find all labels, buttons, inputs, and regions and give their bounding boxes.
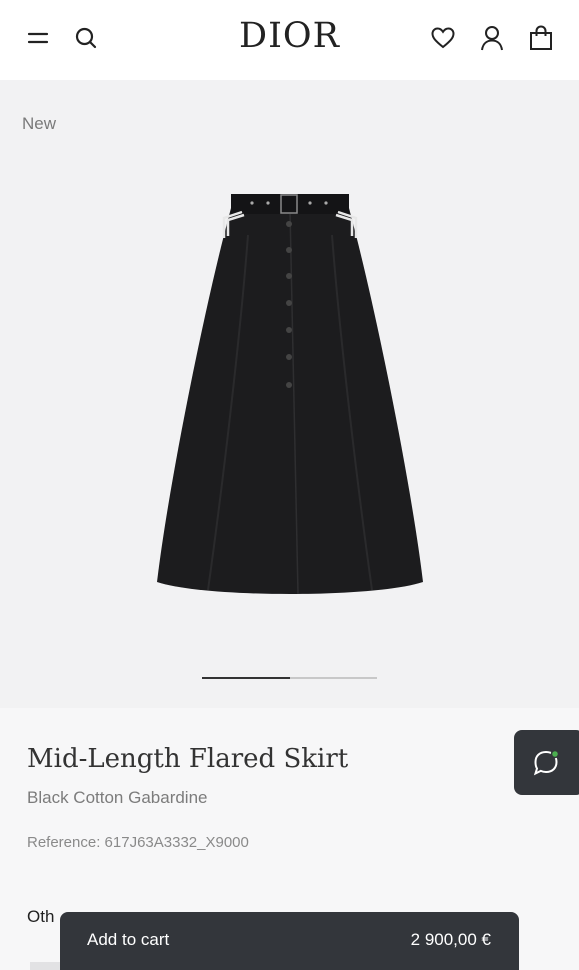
shopping-bag-icon [530,25,552,50]
product-image[interactable] [150,190,430,600]
other-colors-label: Oth [27,907,55,926]
new-badge: New [22,114,57,133]
product-reference: Reference: 617J63A3332_X9000 [27,834,249,851]
chat-button[interactable] [514,730,579,795]
online-status-dot [550,749,560,758]
user-icon [481,26,503,51]
gallery-progress [202,677,377,679]
account-button[interactable] [474,18,510,58]
heart-icon [431,27,455,49]
product-title: Mid-Length Flared Skirt [27,744,349,774]
wishlist-button[interactable] [425,18,461,58]
add-to-cart-label: Add to cart [87,930,170,949]
product-subtitle: Black Cotton Gabardine [27,788,208,807]
gallery-progress-fill [202,677,290,679]
cart-button[interactable] [523,18,559,58]
add-to-cart-button[interactable]: Add to cart 2 900,00 € [60,912,519,970]
header: DIOR [0,0,579,80]
chat-bubble-icon [533,749,560,775]
product-price: 2 900,00 € [410,930,491,949]
